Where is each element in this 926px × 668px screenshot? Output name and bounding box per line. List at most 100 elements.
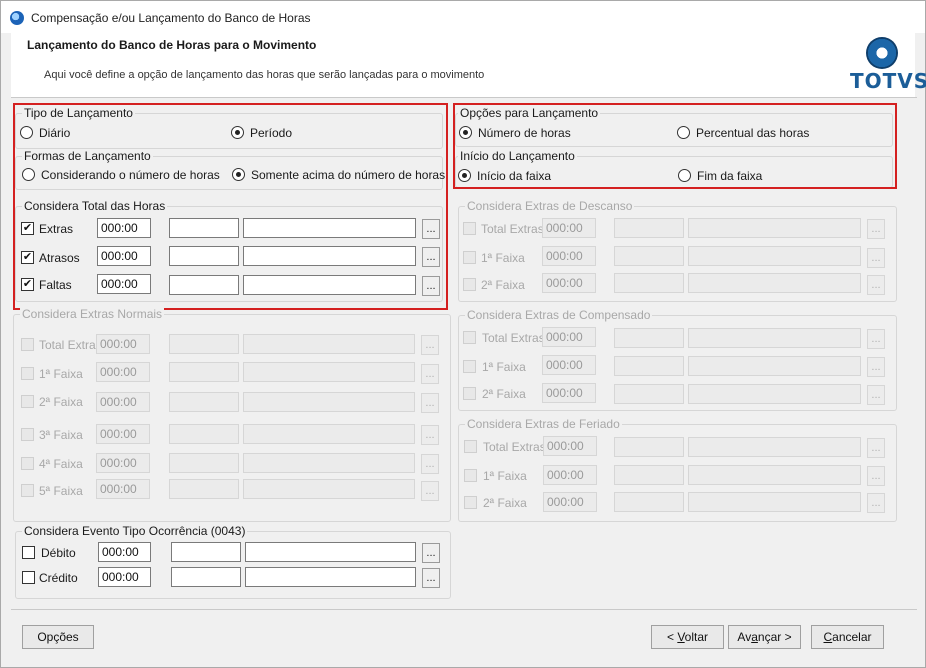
debito-description-field[interactable]	[245, 542, 416, 562]
normais-faixa5-field[interactable]	[96, 479, 150, 499]
feriado-faixa2-lookup[interactable]: ...	[867, 493, 885, 513]
normais-faixa3-lookup[interactable]: ...	[421, 425, 439, 445]
descanso-faixa2-field[interactable]	[542, 273, 596, 293]
credito-checkbox[interactable]	[22, 571, 35, 584]
totvs-logo-icon	[866, 37, 898, 69]
feriado-total-extras-lookup[interactable]: ...	[867, 438, 885, 458]
feriado-total-extras-checkbox[interactable]	[464, 440, 477, 453]
descanso-faixa2-desc[interactable]	[688, 273, 861, 293]
left-highlight-box	[13, 103, 448, 310]
normais-faixa4-code[interactable]	[169, 453, 239, 473]
credito-code-field[interactable]	[171, 567, 241, 587]
compensado-faixa2-desc[interactable]	[688, 384, 861, 404]
descanso-total-extras-field[interactable]	[542, 218, 596, 238]
compensado-total-extras-desc[interactable]	[688, 328, 861, 348]
descanso-faixa1-checkbox[interactable]	[463, 251, 476, 264]
normais-faixa2-code[interactable]	[169, 392, 239, 412]
normais-total-extras-checkbox[interactable]	[21, 338, 34, 351]
normais-total-extras-field[interactable]	[96, 334, 150, 354]
credito-lookup-button[interactable]: ...	[422, 568, 440, 588]
totvs-logo-text: TOTVS	[850, 69, 926, 93]
feriado-total-extras-code[interactable]	[614, 437, 684, 457]
descanso-total-extras-checkbox[interactable]	[463, 222, 476, 235]
compensado-total-extras-field[interactable]	[542, 327, 596, 347]
avancar-rest: nçar >	[757, 630, 792, 644]
normais-faixa1-field[interactable]	[96, 362, 150, 382]
compensado-faixa2-checkbox[interactable]	[463, 387, 476, 400]
normais-faixa1-desc[interactable]	[243, 362, 415, 382]
normais-faixa4-checkbox[interactable]	[21, 457, 34, 470]
compensado-total-extras-checkbox[interactable]	[463, 331, 476, 344]
credito-hours-field[interactable]	[98, 567, 151, 587]
totvs-logo: TOTVS	[849, 37, 926, 93]
avancar-button[interactable]: Avançar >	[728, 625, 801, 649]
feriado-total-extras-field[interactable]	[543, 436, 597, 456]
descanso-faixa1-lookup[interactable]: ...	[867, 248, 885, 268]
normais-faixa5-desc[interactable]	[243, 479, 415, 499]
compensado-total-extras-label: Total Extras	[482, 331, 545, 345]
descanso-total-extras-lookup[interactable]: ...	[867, 219, 885, 239]
normais-faixa4-field[interactable]	[96, 453, 150, 473]
descanso-faixa2-code[interactable]	[614, 273, 684, 293]
compensado-faixa2-lookup[interactable]: ...	[867, 385, 885, 405]
normais-total-extras-desc[interactable]	[243, 334, 415, 354]
debito-hours-field[interactable]	[98, 542, 151, 562]
descanso-faixa2-checkbox[interactable]	[463, 278, 476, 291]
normais-faixa2-checkbox[interactable]	[21, 395, 34, 408]
compensado-faixa1-lookup[interactable]: ...	[867, 357, 885, 377]
normais-faixa5-code[interactable]	[169, 479, 239, 499]
feriado-faixa1-field[interactable]	[543, 465, 597, 485]
feriado-faixa1-code[interactable]	[614, 465, 684, 485]
credito-description-field[interactable]	[245, 567, 416, 587]
feriado-faixa1-lookup[interactable]: ...	[867, 466, 885, 486]
voltar-rest: oltar	[684, 630, 709, 644]
descanso-faixa1-field[interactable]	[542, 246, 596, 266]
feriado-faixa2-field[interactable]	[543, 492, 597, 512]
compensado-faixa1-desc[interactable]	[688, 356, 861, 376]
compensado-faixa1-code[interactable]	[614, 356, 684, 376]
normais-faixa3-code[interactable]	[169, 424, 239, 444]
feriado-faixa2-checkbox[interactable]	[464, 496, 477, 509]
feriado-faixa2-desc[interactable]	[688, 492, 861, 512]
normais-faixa4-lookup[interactable]: ...	[421, 454, 439, 474]
normais-faixa5-checkbox[interactable]	[21, 484, 34, 497]
descanso-faixa2-lookup[interactable]: ...	[867, 275, 885, 295]
descanso-total-extras-desc[interactable]	[688, 218, 861, 238]
normais-faixa3-desc[interactable]	[243, 424, 415, 444]
descanso-faixa1-code[interactable]	[614, 246, 684, 266]
descanso-faixa1-desc[interactable]	[688, 246, 861, 266]
normais-faixa5-lookup[interactable]: ...	[421, 481, 439, 501]
compensado-faixa2-code[interactable]	[614, 384, 684, 404]
normais-total-extras-lookup[interactable]: ...	[421, 335, 439, 355]
debito-lookup-button[interactable]: ...	[422, 543, 440, 563]
compensado-faixa1-field[interactable]	[542, 355, 596, 375]
cancelar-button[interactable]: Cancelar	[811, 625, 884, 649]
voltar-button[interactable]: < Voltar	[651, 625, 724, 649]
normais-total-extras-code[interactable]	[169, 334, 239, 354]
normais-faixa4-desc[interactable]	[243, 453, 415, 473]
debito-checkbox[interactable]	[22, 546, 35, 559]
normais-faixa2-desc[interactable]	[243, 392, 415, 412]
opcoes-button[interactable]: Opções	[22, 625, 94, 649]
feriado-faixa1-checkbox[interactable]	[464, 469, 477, 482]
compensado-faixa2-field[interactable]	[542, 383, 596, 403]
compensado-total-extras-code[interactable]	[614, 328, 684, 348]
compensado-total-extras-lookup[interactable]: ...	[867, 329, 885, 349]
normais-faixa3-checkbox[interactable]	[21, 428, 34, 441]
normais-faixa1-checkbox[interactable]	[21, 367, 34, 380]
feriado-total-extras-desc[interactable]	[688, 437, 861, 457]
compensado-faixa1-checkbox[interactable]	[463, 360, 476, 373]
header-panel: Lançamento do Banco de Horas para o Movi…	[11, 33, 926, 97]
descanso-total-extras-code[interactable]	[614, 218, 684, 238]
normais-faixa1-label: 1ª Faixa	[39, 367, 83, 381]
normais-faixa1-code[interactable]	[169, 362, 239, 382]
feriado-faixa2-code[interactable]	[614, 492, 684, 512]
debito-code-field[interactable]	[171, 542, 241, 562]
normais-faixa3-field[interactable]	[96, 424, 150, 444]
right-highlight-box	[453, 103, 897, 189]
feriado-total-extras-label: Total Extras	[483, 440, 546, 454]
normais-faixa2-field[interactable]	[96, 392, 150, 412]
normais-faixa2-lookup[interactable]: ...	[421, 393, 439, 413]
feriado-faixa1-desc[interactable]	[688, 465, 861, 485]
normais-faixa1-lookup[interactable]: ...	[421, 364, 439, 384]
